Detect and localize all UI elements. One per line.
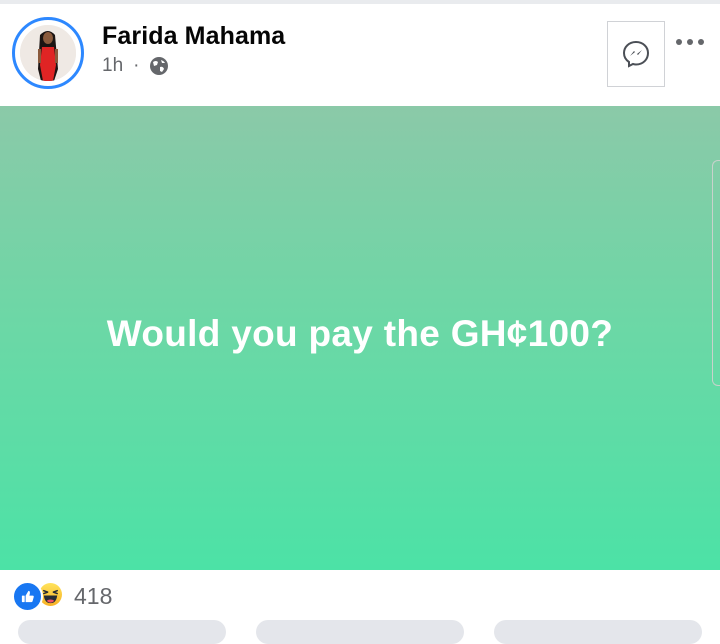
avatar[interactable] <box>12 17 84 89</box>
post-time[interactable]: 1h <box>102 55 123 77</box>
reaction-count: 418 <box>74 582 113 609</box>
share-button[interactable] <box>494 620 702 644</box>
meta-separator: · <box>133 55 140 76</box>
like-button[interactable] <box>18 620 226 644</box>
like-reaction-icon <box>12 580 43 612</box>
messenger-button[interactable] <box>607 21 665 87</box>
messenger-icon <box>622 40 650 68</box>
person-figure-icon <box>20 25 76 81</box>
more-dots-icon[interactable] <box>672 32 708 52</box>
author-name[interactable]: Farida Mahama <box>102 22 285 51</box>
dot <box>698 39 704 45</box>
side-handle[interactable] <box>712 160 720 386</box>
globe-icon[interactable] <box>149 56 169 76</box>
comment-button[interactable] <box>256 620 464 644</box>
dot <box>687 39 693 45</box>
post-content[interactable]: Would you pay the GH¢100? <box>0 106 720 570</box>
post-text: Would you pay the GH¢100? <box>106 313 614 354</box>
dot <box>676 39 682 45</box>
reaction-summary[interactable]: 418 <box>12 580 112 612</box>
profile-photo <box>20 25 76 81</box>
thumbs-up-icon <box>21 590 34 602</box>
post-header: Farida Mahama 1h · <box>0 4 720 106</box>
post-meta: 1h · <box>102 55 169 77</box>
